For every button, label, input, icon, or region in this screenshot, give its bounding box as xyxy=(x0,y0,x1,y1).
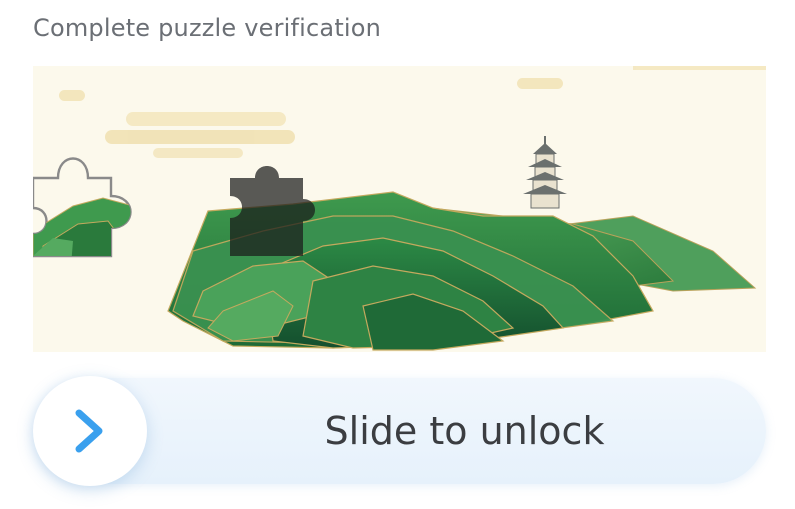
chevron-right-icon xyxy=(73,408,107,458)
captcha-title: Complete puzzle verification xyxy=(33,14,382,42)
puzzle-slot-shape xyxy=(230,166,315,256)
pagoda-icon xyxy=(523,136,567,209)
puzzle-piece xyxy=(33,157,132,258)
landscape-illustration xyxy=(33,66,766,351)
puzzle-image xyxy=(33,66,766,352)
clouds xyxy=(59,66,766,158)
slider-handle[interactable] xyxy=(33,376,147,486)
slider-label: Slide to unlock xyxy=(324,409,605,453)
slider-track[interactable]: Slide to unlock xyxy=(33,376,766,486)
